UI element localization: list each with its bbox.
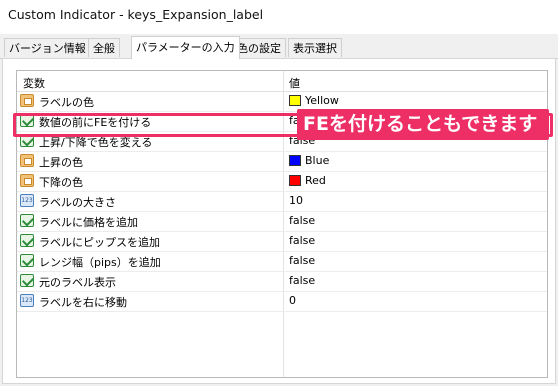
color-param-icon [20, 174, 34, 187]
table-row[interactable]: 123 ラベルの大きさ 10 [17, 191, 547, 212]
bool-param-icon [20, 274, 34, 287]
column-header-value: 値 [289, 77, 300, 90]
bool-param-icon [20, 214, 34, 227]
tab-parameters[interactable]: パラメーターの入力 [131, 36, 240, 59]
tab-color-settings[interactable]: 色の設定 [232, 38, 286, 57]
window-titlebar: Custom Indicator - keys_Expansion_label [0, 0, 558, 34]
table-header: 変数 値 [17, 71, 547, 92]
param-value[interactable]: Blue [305, 154, 329, 167]
color-param-icon [20, 94, 34, 107]
table-row[interactable]: ラベルに価格を追加 false [17, 211, 547, 232]
param-name: レンジ幅（pips）を追加 [39, 256, 161, 269]
window-title: Custom Indicator - keys_Expansion_label [8, 7, 264, 22]
integer-param-icon: 123 [20, 294, 34, 307]
param-name: ラベルの色 [39, 96, 94, 109]
param-name: 下降の色 [39, 176, 83, 189]
param-value[interactable]: Yellow [305, 94, 339, 107]
param-value[interactable]: false [289, 254, 315, 267]
tab-version-info[interactable]: バージョン情報 [4, 38, 91, 57]
bool-param-icon [20, 234, 34, 247]
param-name: 上昇の色 [39, 156, 83, 169]
param-value[interactable]: Red [305, 174, 326, 187]
table-row[interactable]: 下降の色 Red [17, 171, 547, 192]
color-swatch [289, 155, 301, 166]
annotation-callout: FEを付けることもできます [297, 109, 549, 140]
param-name: ラベルに価格を追加 [39, 216, 138, 229]
table-row[interactable]: 123 ラベルを右に移動 0 [17, 291, 547, 312]
param-name: ラベルの大きさ [39, 196, 116, 209]
integer-param-icon: 123 [20, 194, 34, 207]
color-swatch [289, 175, 301, 186]
param-value[interactable]: false [289, 274, 315, 287]
table-row[interactable]: ラベルにピップスを追加 false [17, 231, 547, 252]
table-row[interactable]: レンジ幅（pips）を追加 false [17, 251, 547, 272]
tab-bar: バージョン情報 全般 パラメーターの入力 色の設定 表示選択 [0, 36, 558, 59]
param-name: 元のラベル表示 [39, 276, 116, 289]
tab-display-select[interactable]: 表示選択 [288, 38, 342, 57]
param-value[interactable]: 10 [289, 194, 303, 207]
table-row[interactable]: 元のラベル表示 false [17, 271, 547, 292]
param-value[interactable]: false [289, 214, 315, 227]
bool-param-icon [20, 254, 34, 267]
param-name: ラベルにピップスを追加 [39, 236, 160, 249]
param-value[interactable]: 0 [289, 294, 296, 307]
color-param-icon [20, 154, 34, 167]
table-row[interactable]: 上昇の色 Blue [17, 151, 547, 172]
param-value[interactable]: false [289, 234, 315, 247]
tab-general[interactable]: 全般 [88, 38, 120, 57]
color-swatch [289, 95, 301, 106]
column-header-variable: 変数 [23, 77, 45, 90]
param-name: ラベルを右に移動 [39, 296, 127, 309]
